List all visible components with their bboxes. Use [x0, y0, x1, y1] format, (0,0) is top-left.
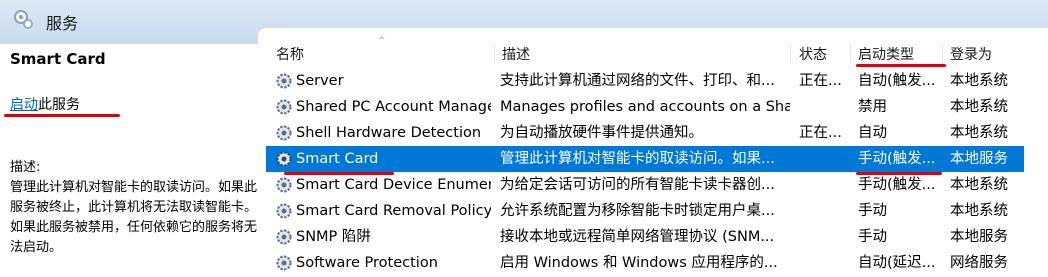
window-header: 服务: [0, 0, 1048, 44]
table-row[interactable]: Shell Hardware Detection 为自动播放硬件事件提供通知。 …: [266, 120, 1024, 146]
service-startup-type: 手动: [858, 229, 887, 245]
service-gear-icon: [276, 99, 292, 115]
start-service-line: 启动此服务: [10, 94, 80, 114]
column-header-startup-type[interactable]: 启动类型: [858, 44, 914, 64]
service-startup-type: 自动(延迟...: [858, 255, 936, 271]
service-gear-icon: [276, 125, 292, 141]
service-description-cell: 接收本地或远程简单网络管理协议 (SNM...: [500, 229, 775, 245]
service-description-cell: 管理此计算机对智能卡的取读访问。如果...: [500, 151, 775, 167]
column-divider: [942, 44, 943, 64]
services-gear-icon: [14, 10, 33, 29]
service-description-cell: 为自动播放硬件事件提供通知。: [500, 125, 703, 141]
service-startup-type: 自动(触发...: [858, 73, 936, 89]
service-startup-type: 自动: [858, 125, 887, 141]
table-row[interactable]: Smart Card Device Enumer... 为给定会话可访问的所有智…: [266, 172, 1024, 198]
start-service-link[interactable]: 启动: [10, 97, 38, 113]
service-status: 正在...: [799, 73, 842, 89]
service-gear-icon: [276, 73, 292, 89]
service-logon: 本地服务: [950, 151, 1008, 167]
table-row-selected[interactable]: Smart Card 管理此计算机对智能卡的取读访问。如果... 手动(触发..…: [266, 146, 1024, 172]
service-startup-type: 手动(触发...: [858, 151, 936, 167]
column-header-description[interactable]: 描述: [502, 44, 530, 64]
column-header-logon[interactable]: 登录为: [950, 44, 992, 64]
service-startup-type: 手动: [858, 203, 887, 219]
service-name: Shell Hardware Detection: [296, 125, 482, 141]
service-gear-icon: [276, 151, 292, 167]
service-logon: 本地系统: [950, 203, 1008, 219]
column-divider: [494, 44, 495, 64]
column-divider: [790, 44, 791, 64]
sort-caret-icon: ^: [378, 36, 386, 46]
service-name: Smart Card Removal Policy: [296, 203, 491, 219]
service-name: Software Protection: [296, 255, 438, 271]
service-detail-panel: Smart Card 启动此服务 描述: 管理此计算机对智能卡的取读访问。如果此…: [0, 44, 260, 277]
service-gear-icon: [276, 255, 292, 271]
table-row[interactable]: Shared PC Account Manager Manages profil…: [266, 94, 1024, 120]
description-label: 描述:: [10, 160, 41, 175]
service-status: 正在...: [799, 125, 842, 141]
service-gear-icon: [276, 203, 292, 219]
service-name: SNMP 陷阱: [296, 229, 371, 245]
service-description-cell: 允许系统配置为移除智能卡时锁定用户桌...: [500, 203, 775, 219]
service-description-cell: Manages profiles and accounts on a Sha..…: [500, 99, 790, 115]
service-gear-icon: [276, 229, 292, 245]
column-divider: [850, 44, 851, 64]
header-tab-edge: [258, 28, 1048, 44]
column-header-name[interactable]: 名称: [276, 44, 304, 64]
table-row[interactable]: Server 支持此计算机通过网络的文件、打印、和... 正在... 自动(触发…: [266, 68, 1024, 94]
annotation-underline-startup-header: [856, 64, 946, 67]
service-logon: 本地服务: [950, 229, 1008, 245]
service-name: Server: [296, 73, 344, 89]
service-description: 管理此计算机对智能卡的取读访问。如果此服务被终止，此计算机将无法取读智能卡。如果…: [10, 180, 258, 255]
column-header-status[interactable]: 状态: [799, 44, 827, 64]
service-startup-type: 禁用: [858, 99, 887, 115]
table-row[interactable]: Software Protection 启用 Windows 和 Windows…: [266, 250, 1024, 276]
service-description-cell: 为给定会话可访问的所有智能卡读卡器创...: [500, 177, 775, 193]
annotation-underline-start: [4, 114, 120, 117]
service-startup-type: 手动(触发...: [858, 177, 936, 193]
window-title: 服务: [46, 14, 79, 33]
service-name: Smart Card Device Enumer...: [296, 177, 491, 193]
start-service-suffix: 此服务: [38, 97, 80, 113]
service-gear-icon: [276, 177, 292, 193]
service-title: Smart Card: [10, 50, 106, 68]
service-name: Shared PC Account Manager: [296, 99, 491, 115]
table-row[interactable]: SNMP 陷阱 接收本地或远程简单网络管理协议 (SNM... 手动 本地服务: [266, 224, 1024, 250]
service-logon: 本地系统: [950, 177, 1008, 193]
service-logon: 本地系统: [950, 125, 1008, 141]
service-description-cell: 启用 Windows 和 Windows 应用程序的...: [500, 255, 778, 271]
service-description-cell: 支持此计算机通过网络的文件、打印、和...: [500, 73, 775, 89]
service-logon: 本地系统: [950, 73, 1008, 89]
service-name: Smart Card: [296, 151, 379, 167]
service-logon: 网络服务: [950, 255, 1008, 271]
service-logon: 本地系统: [950, 99, 1008, 115]
table-row[interactable]: Smart Card Removal Policy 允许系统配置为移除智能卡时锁…: [266, 198, 1024, 224]
